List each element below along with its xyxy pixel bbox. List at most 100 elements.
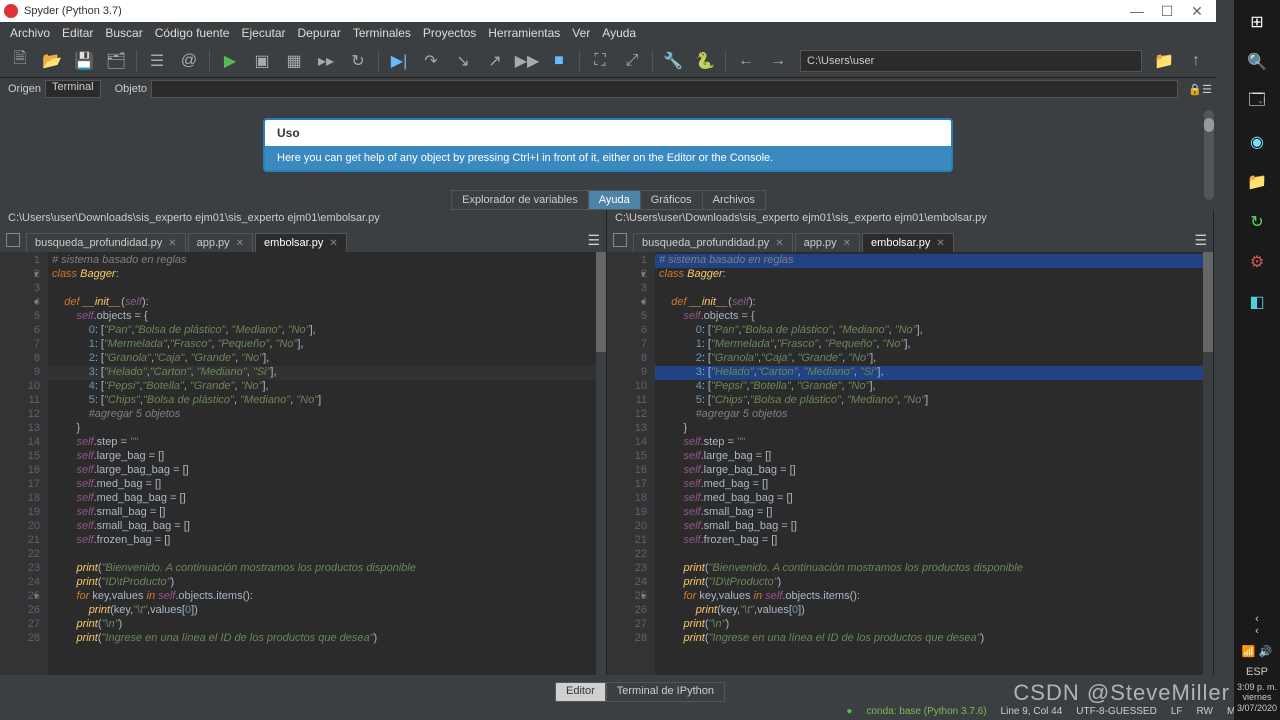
code-line[interactable]: 0: ["Pan","Bolsa de plástico", "Mediano"… [48,324,606,338]
menu-herramientas[interactable]: Herramientas [482,26,566,40]
code-line[interactable]: self.large_bag_bag = [] [48,464,606,478]
code-line[interactable]: 5: ["Chips","Bolsa de plástico", "Median… [48,394,606,408]
menu-buscar[interactable]: Buscar [99,26,148,40]
close-tab-icon[interactable]: ✕ [168,238,176,249]
parent-dir-icon[interactable]: ↑ [1182,47,1210,75]
code-line[interactable]: self.med_bag = [] [48,478,606,492]
code-line[interactable]: self.objects = { [655,310,1213,324]
code-line[interactable]: 4: ["Pepsi","Botella", "Grande", "No"], [655,380,1213,394]
close-tab-icon[interactable]: ✕ [936,238,944,249]
code-line[interactable]: 1: ["Mermelada","Frasco", "Pequeño", "No… [48,338,606,352]
code-line[interactable]: } [655,422,1213,436]
code-line[interactable]: print("Ingrese en una línea el ID de los… [48,632,606,646]
code-line[interactable]: #agregar 5 objetos [655,408,1213,422]
code-line[interactable]: print("\n") [655,618,1213,632]
run-selection-icon[interactable]: ▸▸ [312,47,340,75]
forward-icon[interactable]: → [764,47,792,75]
code-line[interactable]: self.step = "" [48,436,606,450]
menu-ver[interactable]: Ver [566,26,596,40]
code-line[interactable]: self.objects = { [48,310,606,324]
tray-wifi-icon[interactable]: 📶 [1242,645,1256,658]
editor-tab[interactable]: app.py✕ [188,233,253,252]
menu-terminales[interactable]: Terminales [347,26,417,40]
menu-editar[interactable]: Editar [56,26,99,40]
code-line[interactable]: print("ID\tProducto") [655,576,1213,590]
fullscreen-icon[interactable]: ⤢ [618,47,646,75]
code-line[interactable]: 1: ["Mermelada","Frasco", "Pequeño", "No… [655,338,1213,352]
code-line[interactable]: self.med_bag_bag = [] [655,492,1213,506]
menu-depurar[interactable]: Depurar [292,26,347,40]
code-line[interactable]: self.small_bag = [] [48,506,606,520]
minimize-button[interactable]: — [1122,3,1152,19]
bottom-tab-editor[interactable]: Editor [555,682,606,702]
editor-tab[interactable]: embolsar.py✕ [862,233,954,252]
close-tab-icon[interactable]: ✕ [843,238,851,249]
wrench-icon[interactable]: 🔧 [659,47,687,75]
code-line[interactable]: 5: ["Chips","Bolsa de plástico", "Median… [655,394,1213,408]
split-icon[interactable] [6,233,20,247]
bottom-tab-terminal-de-ipython[interactable]: Terminal de IPython [606,682,725,702]
menu-proyectos[interactable]: Proyectos [417,26,482,40]
code-line[interactable]: 2: ["Granola","Caja", "Grande", "No"], [48,352,606,366]
tray-sound-icon[interactable]: 🔊 [1259,645,1273,658]
object-input[interactable] [151,80,1178,98]
save-icon[interactable]: 💾 [70,47,98,75]
browse-dir-icon[interactable]: 📁 [1150,47,1178,75]
code-line[interactable]: class Bagger: [48,268,606,282]
code-line[interactable]: class Bagger: [655,268,1213,282]
code-line[interactable]: self.small_bag = [] [655,506,1213,520]
split-icon[interactable] [613,233,627,247]
code-line[interactable]: # sistema basado en reglas [655,254,1213,268]
code-line[interactable]: # sistema basado en reglas [48,254,606,268]
editor-tab[interactable]: embolsar.py✕ [255,233,347,252]
code-line[interactable]: self.frozen_bag = [] [48,534,606,548]
windows-start-icon[interactable]: ⊞ [1239,4,1275,40]
code-line[interactable]: print("\n") [48,618,606,632]
step-in-icon[interactable]: ↘ [449,47,477,75]
code-line[interactable]: 3: ["Helado","Carton", "Mediano", "Si"], [655,366,1213,380]
code-line[interactable]: for key,values in self.objects.items(): [655,590,1213,604]
help-tab-ayuda[interactable]: Ayuda [588,190,641,210]
code-line[interactable] [655,282,1213,296]
taskbar-reload-icon[interactable]: ↻ [1239,204,1275,240]
back-icon[interactable]: ← [732,47,760,75]
code-line[interactable] [48,282,606,296]
taskbar-edge-icon[interactable]: ◉ [1239,124,1275,160]
code-line[interactable] [655,548,1213,562]
hamburger-icon[interactable]: ☰ [1202,83,1212,96]
code-line[interactable]: self.med_bag_bag = [] [48,492,606,506]
code-line[interactable]: def __init__(self): [655,296,1213,310]
code-line[interactable]: } [48,422,606,436]
help-scroll-thumb[interactable] [1204,118,1214,132]
editor-menu-icon[interactable]: ☰ [587,232,600,249]
code-line[interactable]: #agregar 5 objetos [48,408,606,422]
menu-ejecutar[interactable]: Ejecutar [235,26,291,40]
code-line[interactable]: def __init__(self): [48,296,606,310]
origin-select[interactable]: Terminal [45,80,101,98]
code-line[interactable]: print(key,"\t",values[0]) [48,604,606,618]
taskbar-app2-icon[interactable]: ◧ [1239,284,1275,320]
tray-lang[interactable]: ESP [1246,666,1268,678]
code-line[interactable]: self.med_bag = [] [655,478,1213,492]
code-line[interactable]: for key,values in self.objects.items(): [48,590,606,604]
code-line[interactable]: self.small_bag_bag = [] [48,520,606,534]
step-over-icon[interactable]: ↷ [417,47,445,75]
windows-search-icon[interactable]: 🔍 [1239,44,1275,80]
list-icon[interactable]: ☰ [143,47,171,75]
code-line[interactable]: self.small_bag_bag = [] [655,520,1213,534]
code-line[interactable]: 3: ["Helado","Carton", "Mediano", "Si"], [48,366,606,380]
code-line[interactable]: self.large_bag = [] [48,450,606,464]
code-line[interactable]: print("Bienvenido. A continuación mostra… [655,562,1213,576]
code-line[interactable]: self.frozen_bag = [] [655,534,1213,548]
editor-menu-icon[interactable]: ☰ [1194,232,1207,249]
editor-scroll-thumb[interactable] [596,252,606,352]
debug-icon[interactable]: ▶| [385,47,413,75]
close-tab-icon[interactable]: ✕ [236,238,244,249]
close-tab-icon[interactable]: ✕ [775,238,783,249]
zoom-icon[interactable]: ⛶ [586,47,614,75]
code-line[interactable]: print("Bienvenido. A continuación mostra… [48,562,606,576]
menu-código-fuente[interactable]: Código fuente [149,26,236,40]
working-dir-input[interactable] [800,50,1142,72]
run-cell-advance-icon[interactable]: ▦ [280,47,308,75]
code-line[interactable]: 4: ["Pepsi","Botella", "Grande", "No"], [48,380,606,394]
